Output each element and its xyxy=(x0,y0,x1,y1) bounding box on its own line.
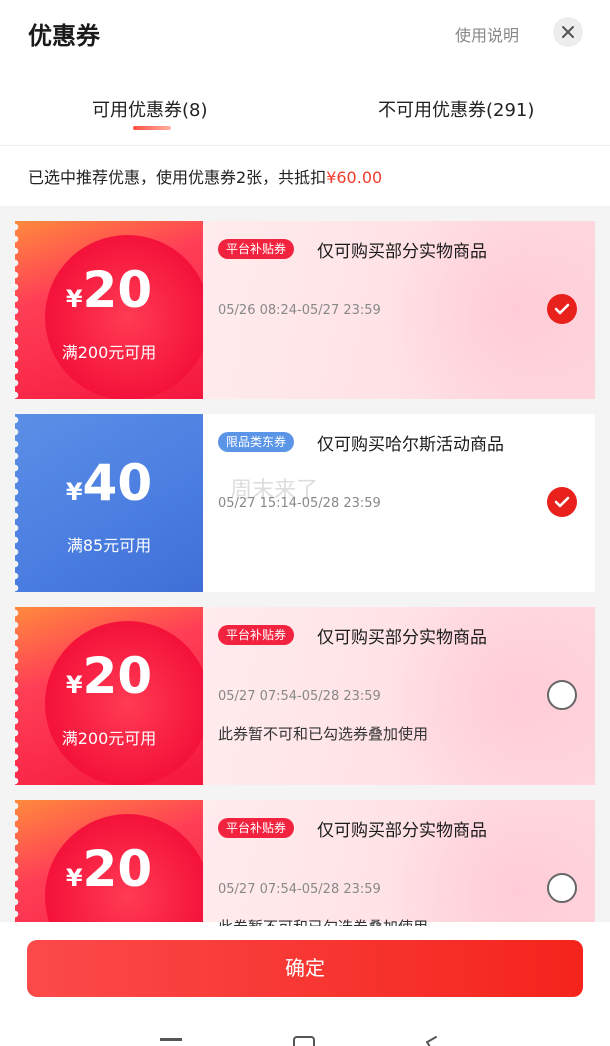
home-icon[interactable] xyxy=(293,1036,315,1046)
tab-unavailable[interactable]: 不可用优惠券(291) xyxy=(378,96,534,122)
discount-summary: 已选中推荐优惠，使用优惠券2张，共抵扣¥60.00 xyxy=(0,146,610,206)
coupon-title: 仅可购买部分实物商品 xyxy=(317,628,487,648)
confirm-button[interactable]: 确定 xyxy=(27,940,583,997)
coupon-condition: 满200元可用 xyxy=(61,343,157,362)
close-button[interactable] xyxy=(553,17,583,47)
tab-indicator xyxy=(133,126,171,130)
coupon-value: ¥20 xyxy=(15,263,203,318)
coupon-value: ¥20 xyxy=(15,842,203,897)
help-link[interactable]: 使用说明 xyxy=(455,22,519,46)
coupon-checkbox[interactable] xyxy=(547,294,577,324)
coupon-checkbox[interactable] xyxy=(547,680,577,710)
tab-available[interactable]: 可用优惠券(8) xyxy=(92,96,208,122)
summary-text: 已选中推荐优惠，使用优惠券2张，共抵扣 xyxy=(28,168,327,187)
back-icon[interactable] xyxy=(425,1035,443,1046)
close-icon xyxy=(562,26,574,38)
coupon-validity: 05/27 15:14-05/28 23:59 xyxy=(218,496,381,511)
coupon-value-panel: ¥20 满200元可用 xyxy=(15,607,203,785)
coupon-condition: 满200元可用 xyxy=(15,918,203,926)
page-title: 优惠券 xyxy=(28,22,100,50)
coupon-validity: 05/27 07:54-05/28 23:59 xyxy=(218,689,381,704)
coupon-notches xyxy=(15,414,21,592)
footer: 确定 xyxy=(0,922,610,1046)
menu-icon[interactable] xyxy=(160,1038,182,1041)
coupon-note: 此券暂不可和已勾选券叠加使用 xyxy=(218,916,428,926)
coupon-value: ¥20 xyxy=(15,649,203,704)
coupon-value: ¥40 xyxy=(15,456,203,511)
coupon-notches xyxy=(15,800,21,926)
coupon-condition: 满85元可用 xyxy=(66,536,152,555)
coupon-tag: 平台补贴券 xyxy=(218,239,295,259)
currency-symbol: ¥ xyxy=(65,285,83,313)
coupon-amount: 40 xyxy=(82,454,153,512)
coupon-card[interactable]: ¥20 满200元可用 平台补贴券 仅可购买部分实物商品 05/26 08:24… xyxy=(15,221,595,399)
coupon-value-panel: ¥40 满85元可用 xyxy=(15,414,203,592)
coupon-card[interactable]: ¥20 满200元可用 平台补贴券 仅可购买部分实物商品 05/27 07:54… xyxy=(15,800,595,926)
coupon-note: 此券暂不可和已勾选券叠加使用 xyxy=(218,725,429,743)
coupon-title: 仅可购买部分实物商品 xyxy=(317,242,487,262)
coupon-amount: 20 xyxy=(82,647,153,705)
coupon-card[interactable]: ¥40 满85元可用 限品类东券 仅可购买哈尔斯活动商品 周末来了 05/27 … xyxy=(15,414,595,592)
header: 优惠券 使用说明 xyxy=(0,0,610,70)
coupon-tag: 平台补贴券 xyxy=(218,625,295,645)
summary-amount: ¥60.00 xyxy=(326,168,383,187)
check-icon xyxy=(554,496,570,508)
coupon-checkbox[interactable] xyxy=(547,487,577,517)
system-nav-bar xyxy=(0,1032,610,1046)
coupon-condition: 满200元可用 xyxy=(61,729,157,748)
coupon-value-panel: ¥20 满200元可用 xyxy=(15,800,203,926)
coupon-tag: 限品类东券 xyxy=(218,432,295,452)
coupon-notches xyxy=(15,607,21,785)
coupon-card[interactable]: ¥20 满200元可用 平台补贴券 仅可购买部分实物商品 05/27 07:54… xyxy=(15,607,595,785)
currency-symbol: ¥ xyxy=(65,864,83,892)
coupon-checkbox[interactable] xyxy=(547,873,577,903)
coupon-tabs: 可用优惠券(8) 不可用优惠券(291) xyxy=(0,70,610,146)
coupon-title: 仅可购买部分实物商品 xyxy=(317,821,487,841)
coupon-amount: 20 xyxy=(82,261,153,319)
coupon-validity: 05/26 08:24-05/27 23:59 xyxy=(218,303,381,318)
coupon-list: ¥20 满200元可用 平台补贴券 仅可购买部分实物商品 05/26 08:24… xyxy=(0,206,610,926)
coupon-amount: 20 xyxy=(82,840,153,898)
currency-symbol: ¥ xyxy=(65,671,83,699)
coupon-title: 仅可购买哈尔斯活动商品 xyxy=(317,435,504,455)
currency-symbol: ¥ xyxy=(65,478,83,506)
coupon-tag: 平台补贴券 xyxy=(218,818,295,838)
check-icon xyxy=(554,303,570,315)
coupon-notches xyxy=(15,221,21,399)
coupon-value-panel: ¥20 满200元可用 xyxy=(15,221,203,399)
coupon-validity: 05/27 07:54-05/28 23:59 xyxy=(218,882,381,897)
